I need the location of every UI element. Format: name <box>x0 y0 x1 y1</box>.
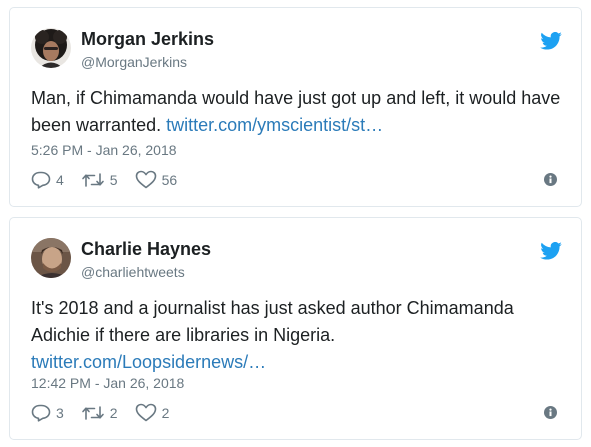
author-handle[interactable]: @charliehtweets <box>81 264 185 280</box>
embedded-tweet[interactable]: Morgan Jerkins @MorganJerkins Man, if Ch… <box>9 7 582 207</box>
like-count: 56 <box>161 171 178 188</box>
reply-button[interactable]: 4 <box>31 171 64 189</box>
timestamp[interactable]: 12:42 PM - Jan 26, 2018 <box>31 375 184 391</box>
retweet-button[interactable]: 5 <box>81 171 118 189</box>
like-button[interactable]: 56 <box>135 170 178 189</box>
author-name[interactable]: Charlie Haynes <box>81 239 211 260</box>
tweet-actions: 4 5 56 <box>31 170 194 189</box>
retweet-button[interactable]: 2 <box>81 404 118 422</box>
reply-count: 3 <box>56 404 64 421</box>
tweet-actions: 3 2 2 <box>31 403 186 422</box>
reply-icon <box>31 171 51 189</box>
reply-icon <box>31 404 51 422</box>
tweet-text: Man, if Chimamanda would have just got u… <box>31 85 566 139</box>
twitter-bird-icon[interactable] <box>540 32 562 50</box>
heart-icon <box>135 170 156 189</box>
info-icon[interactable] <box>544 173 557 186</box>
retweet-icon <box>81 172 104 187</box>
reply-button[interactable]: 3 <box>31 404 64 422</box>
tweet-text-content: It's 2018 and a journalist has just aske… <box>31 298 514 345</box>
reply-count: 4 <box>56 171 64 188</box>
retweet-count: 2 <box>109 404 118 421</box>
tweet-link[interactable]: twitter.com/Loopsidernews/… <box>31 352 266 372</box>
embedded-tweet[interactable]: Charlie Haynes @charliehtweets It's 2018… <box>9 217 582 440</box>
author-name[interactable]: Morgan Jerkins <box>81 29 214 50</box>
timestamp[interactable]: 5:26 PM - Jan 26, 2018 <box>31 142 177 158</box>
retweet-count: 5 <box>109 171 118 188</box>
heart-icon <box>135 403 156 422</box>
tweet-link[interactable]: twitter.com/ymscientist/st… <box>166 115 383 135</box>
like-button[interactable]: 2 <box>135 403 170 422</box>
avatar[interactable] <box>31 238 71 278</box>
twitter-bird-icon[interactable] <box>540 242 562 260</box>
retweet-icon <box>81 405 104 420</box>
avatar[interactable] <box>31 28 71 68</box>
like-count: 2 <box>161 404 170 421</box>
info-icon[interactable] <box>544 406 557 419</box>
tweet-text: It's 2018 and a journalist has just aske… <box>31 295 566 376</box>
author-handle[interactable]: @MorganJerkins <box>81 54 187 70</box>
